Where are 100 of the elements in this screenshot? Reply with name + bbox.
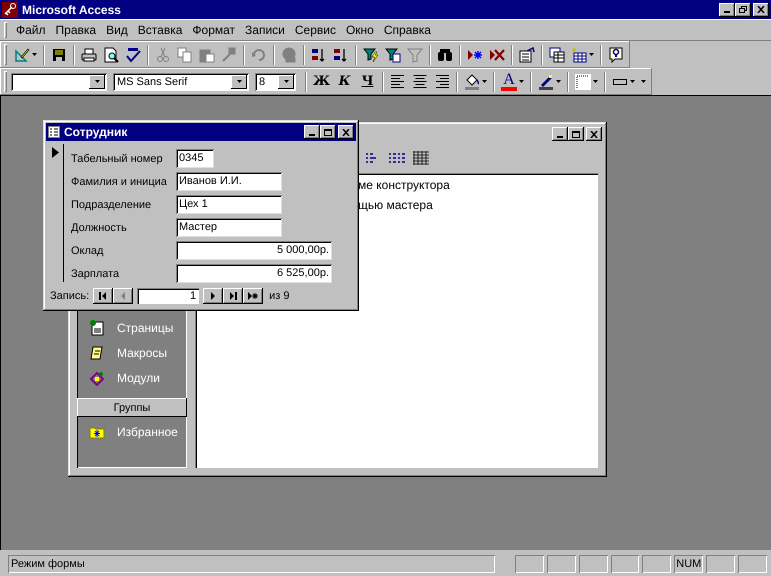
nav-button[interactable] [243, 288, 264, 304]
page-icon [89, 320, 105, 336]
minimize-button[interactable] [719, 2, 735, 16]
font-color-button[interactable]: A [498, 70, 527, 92]
windows-icon [549, 46, 565, 62]
help-icon [608, 46, 624, 62]
scroll-icon [89, 344, 105, 360]
caret-icon [94, 80, 100, 83]
funnel-form-icon [385, 46, 401, 62]
menu-item[interactable]: Вид [101, 21, 133, 39]
size-combo[interactable]: 8 [255, 72, 296, 90]
field-label: Оклад [71, 244, 104, 256]
delete-record-icon [489, 46, 505, 62]
status-panel [738, 554, 767, 572]
record-number-field[interactable]: 1 [137, 288, 200, 304]
groups-button[interactable]: Группы [77, 398, 187, 417]
align-right-icon [434, 74, 450, 90]
border-icon [575, 74, 591, 90]
new-record-icon [248, 292, 258, 300]
nav-button[interactable] [203, 288, 224, 304]
menu-item[interactable]: Вставка [132, 21, 188, 39]
caret-icon [630, 80, 635, 83]
status-panel [642, 554, 672, 572]
menu-item[interactable]: Справка [378, 21, 436, 39]
group-item[interactable]: Избранное [77, 419, 187, 444]
status-panel [578, 554, 608, 572]
scissors-icon [155, 46, 171, 62]
copy-icon [177, 46, 193, 62]
window-title: Microsoft Access [22, 2, 122, 16]
caret-icon [482, 80, 487, 83]
bold-button[interactable]: Ж [310, 70, 333, 92]
menu-item[interactable]: Сервис [290, 21, 341, 39]
properties-icon [519, 46, 535, 62]
list-item[interactable]: ме конструктора [358, 178, 598, 192]
menu-item[interactable]: Формат [187, 21, 240, 39]
font-combo[interactable]: MS Sans Serif [113, 72, 249, 90]
text-field[interactable]: 0345 [176, 149, 214, 168]
pen-icon [538, 74, 554, 90]
object-item[interactable]: Страницы [77, 315, 187, 340]
nav-button[interactable] [93, 288, 114, 304]
checkmark-icon [125, 46, 141, 62]
menu-item[interactable]: Записи [240, 21, 290, 39]
caret-icon [519, 80, 524, 83]
field-label: Должность [71, 222, 128, 234]
minimize-button[interactable] [304, 125, 320, 139]
caret-icon [641, 80, 646, 83]
nav-button[interactable] [223, 288, 244, 304]
sort-ascending-icon [311, 46, 327, 62]
status-panel [610, 554, 640, 572]
text-field[interactable]: Цех 1 [176, 195, 282, 214]
sort-descending-icon [333, 46, 349, 62]
funnel-icon [407, 46, 423, 62]
status-panel [515, 554, 544, 572]
close-icon [757, 6, 765, 13]
printer-icon [81, 46, 97, 62]
close-button[interactable] [753, 2, 769, 16]
clipboard-icon [199, 46, 215, 62]
style-combo[interactable] [11, 72, 107, 90]
ruler-pencil-icon [14, 46, 30, 62]
form-title: Сотрудник [64, 125, 128, 139]
text-field[interactable]: Мастер [176, 218, 282, 237]
caret-icon [236, 80, 242, 83]
text-field[interactable]: 6 525,00р. [176, 264, 332, 283]
text-field[interactable]: Иванов И.И. [176, 172, 282, 191]
menu-item[interactable]: Файл [11, 21, 51, 39]
object-item[interactable]: Макросы [77, 340, 187, 365]
field-label: Фамилия и инициа [71, 176, 168, 188]
restore-button[interactable] [735, 2, 751, 16]
caret-icon [284, 80, 288, 83]
maximize-button[interactable] [320, 125, 336, 139]
details-view-icon[interactable] [412, 151, 430, 165]
close-icon [342, 128, 350, 136]
num-lock-indicator: NUM [674, 554, 704, 572]
list-item[interactable]: щью мастера [358, 198, 598, 212]
object-item[interactable]: Модули [77, 365, 187, 390]
brush-icon [221, 46, 237, 62]
list-view-icon[interactable] [388, 151, 406, 165]
field-label: Подразделение [71, 198, 152, 210]
page-magnifier-icon [103, 46, 119, 62]
text-field[interactable]: 5 000,00р. [176, 241, 332, 260]
caret-icon [556, 80, 561, 83]
caret-icon [593, 80, 598, 83]
form-icon [48, 126, 60, 138]
record-label: Запись: [50, 290, 90, 302]
caret-icon [32, 53, 37, 56]
funnel-lightning-icon [363, 46, 379, 62]
field-label: Зарплата [71, 268, 120, 280]
menu-item[interactable]: Окно [340, 21, 379, 39]
maximize-icon [572, 130, 580, 138]
new-table-icon [571, 46, 587, 62]
italic-button[interactable]: К [333, 70, 356, 92]
modules-icon [89, 370, 105, 386]
paint-bucket-icon [464, 74, 480, 90]
underline-button[interactable]: Ч [356, 70, 379, 92]
last-record-icon [228, 292, 238, 300]
undo-icon [251, 46, 267, 62]
close-button[interactable] [338, 125, 354, 139]
binoculars-icon [437, 46, 453, 62]
status-panel [546, 554, 576, 572]
menu-item[interactable]: Правка [50, 21, 102, 39]
